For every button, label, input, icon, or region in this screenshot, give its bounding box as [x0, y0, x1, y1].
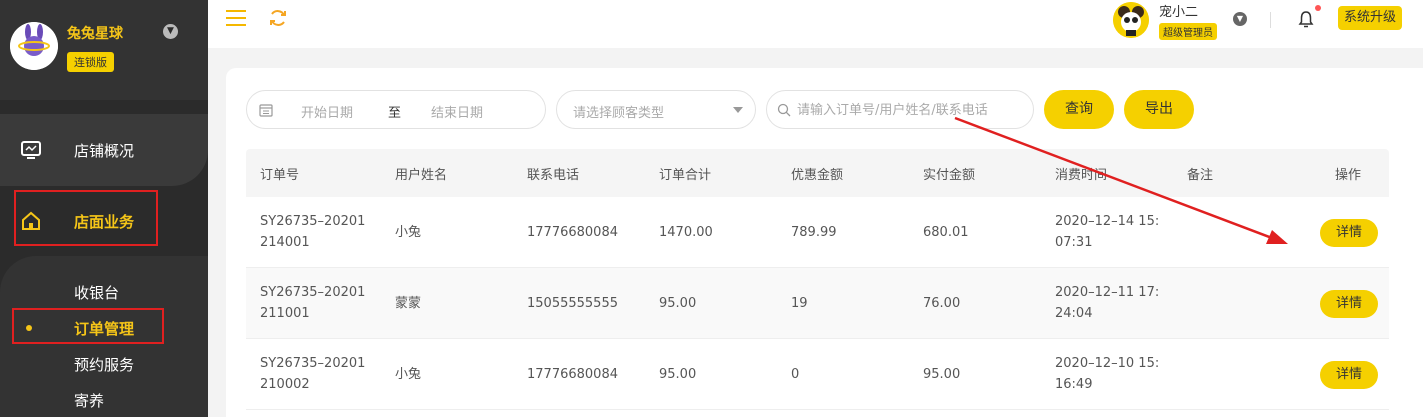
brand-logo: [10, 22, 58, 70]
order-panel: 开始日期 至 结束日期 请选择顾客类型 查询 导出 订单号 用户姓名 联系电话 …: [226, 68, 1423, 417]
consumption-time: 2020–12–11 17: 24:04: [1055, 285, 1160, 321]
submenu-item-boarding[interactable]: 寄养: [74, 390, 104, 411]
export-button[interactable]: 导出: [1124, 90, 1194, 129]
brand-name: 兔兔星球: [67, 26, 123, 42]
start-date-input[interactable]: 开始日期: [301, 102, 353, 121]
table-row: SY26735–20201 214001 小兔 17776680084 1470.…: [246, 197, 1389, 268]
order-total: 95.00: [659, 367, 697, 382]
column-header: 备注: [1187, 168, 1214, 183]
avatar[interactable]: [1113, 2, 1149, 38]
column-header: 用户姓名: [395, 168, 448, 183]
refresh-icon[interactable]: [268, 8, 288, 28]
consumption-time: 2020–12–14 15: 07:31: [1055, 214, 1160, 250]
column-header: 联系电话: [527, 168, 580, 183]
customer-name: 小兔: [395, 367, 422, 382]
topbar: 宠小二 超级管理员 ▼ 系统升级: [208, 0, 1423, 48]
menu-icon[interactable]: [226, 10, 246, 26]
column-header: 订单合计: [659, 168, 712, 183]
discount: 789.99: [791, 225, 837, 240]
system-upgrade-button[interactable]: 系统升级: [1338, 6, 1403, 30]
sidebar-item-label: 店铺概况: [74, 141, 135, 160]
submenu-item-appointment[interactable]: 预约服务: [74, 354, 134, 375]
table-row: SY26735–20201 211001 蒙蒙 15055555555 95.00…: [246, 268, 1389, 339]
submenu-item-cashier[interactable]: 收银台: [74, 282, 119, 303]
customer-type-select[interactable]: 请选择顾客类型: [556, 90, 756, 129]
column-header: 订单号: [260, 168, 300, 183]
sidebar-item-store-overview[interactable]: 店铺概况: [0, 130, 208, 170]
order-total: 95.00: [659, 296, 697, 311]
annotation-box-order-management: [12, 308, 164, 344]
date-range-picker[interactable]: 开始日期 至 结束日期: [246, 90, 546, 129]
order-total: 1470.00: [659, 225, 713, 240]
notification-dot: [1315, 5, 1321, 11]
table-header: 订单号 用户姓名 联系电话 订单合计 优惠金额 实付金额 消费时间 备注 操作: [246, 149, 1389, 197]
detail-button[interactable]: 详情: [1320, 361, 1378, 389]
consumption-time: 2020–12–10 15: 16:49: [1055, 356, 1160, 392]
order-number: SY26735–20201 211001: [260, 285, 366, 321]
search-input[interactable]: [797, 99, 1027, 121]
search-box: [766, 90, 1034, 129]
end-date-input[interactable]: 结束日期: [431, 102, 483, 121]
detail-button[interactable]: 详情: [1320, 219, 1378, 247]
detail-button[interactable]: 详情: [1320, 290, 1378, 318]
phone: 17776680084: [527, 225, 618, 240]
paid-amount: 680.01: [923, 225, 969, 240]
query-button[interactable]: 查询: [1044, 90, 1114, 129]
column-header: 操作: [1335, 168, 1362, 183]
search-icon: [777, 103, 791, 117]
column-header: 实付金额: [923, 168, 976, 183]
phone: 17776680084: [527, 367, 618, 382]
paid-amount: 95.00: [923, 367, 961, 382]
order-number: SY26735–20201 214001: [260, 214, 366, 250]
order-number: SY26735–20201 210002: [260, 356, 366, 392]
divider: [1270, 12, 1271, 28]
caret-down-icon: [733, 107, 743, 113]
chevron-down-icon[interactable]: ▼: [163, 24, 178, 39]
bell-icon[interactable]: [1298, 10, 1314, 28]
customer-name: 蒙蒙: [395, 296, 422, 311]
table-row: SY26735–20201 210002 小兔 17776680084 95.00…: [246, 339, 1389, 410]
user-role-badge: 超级管理员: [1159, 23, 1217, 40]
chevron-down-icon[interactable]: ▼: [1233, 12, 1247, 26]
user-name: 宠小二: [1159, 5, 1199, 20]
annotation-box-store-business: [14, 190, 158, 246]
calendar-icon: [259, 104, 273, 117]
monitor-icon: [21, 141, 41, 159]
column-header: 优惠金额: [791, 168, 844, 183]
phone: 15055555555: [527, 296, 618, 311]
customer-name: 小兔: [395, 225, 422, 240]
discount: 19: [791, 296, 808, 311]
discount: 0: [791, 367, 800, 382]
date-separator: 至: [388, 106, 402, 121]
menu-group-overview: 店铺概况: [0, 114, 208, 186]
brand-header: 兔兔星球 连锁版 ▼: [0, 0, 208, 100]
column-header: 消费时间: [1055, 168, 1108, 183]
edition-badge: 连锁版: [67, 52, 114, 72]
paid-amount: 76.00: [923, 296, 961, 311]
customer-type-placeholder: 请选择顾客类型: [573, 106, 665, 121]
